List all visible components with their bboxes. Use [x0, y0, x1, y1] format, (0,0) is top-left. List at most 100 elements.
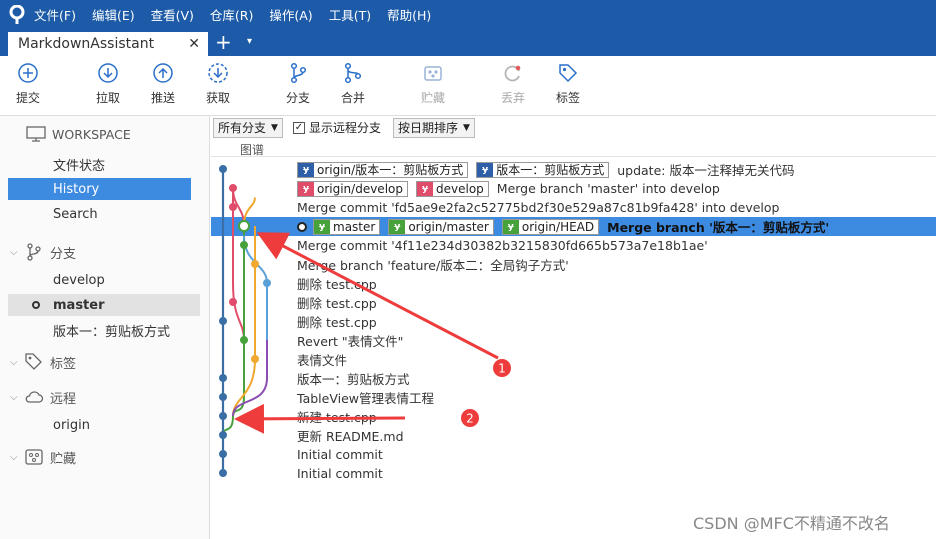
sidebar-item-search[interactable]: Search: [8, 203, 191, 225]
branch-badge[interactable]: ɏ master: [313, 218, 381, 235]
branch-badge[interactable]: ɏ 版本一：剪贴板方式: [476, 161, 610, 178]
commit-node[interactable]: [219, 393, 227, 401]
commit-node[interactable]: [219, 450, 227, 458]
commit-row[interactable]: ɏ master ɏ origin/master ɏ origin/HEAD Merge b…: [211, 217, 936, 236]
sidebar-item-file-status[interactable]: 文件状态: [8, 153, 191, 175]
sidebar-item-history[interactable]: History: [8, 178, 191, 200]
branch-filter-label: 所有分支: [218, 121, 267, 135]
commit-row-content: Merge commit 'fd5ae9e2fa2c52775bd2f30e52…: [297, 198, 779, 217]
branch-badge[interactable]: ɏ origin/HEAD: [501, 218, 600, 235]
commit-node[interactable]: [240, 241, 248, 249]
commit-node[interactable]: [219, 431, 227, 439]
pull-button[interactable]: 拉取: [86, 62, 130, 106]
commit-row[interactable]: 表情文件: [211, 350, 936, 369]
watermark: CSDN @MFC不精通不改名: [693, 514, 890, 533]
commit-row[interactable]: 更新 README.md: [211, 426, 936, 445]
commit-row[interactable]: ɏ origin/版本一：剪贴板方式 ɏ 版本一：剪贴板方式 update: 版本一注释…: [211, 160, 936, 179]
sidebar-item-label: master: [53, 297, 105, 313]
commit-node[interactable]: [251, 260, 259, 268]
branch-icon: ɏ: [298, 162, 314, 177]
sourcetree-logo-icon[interactable]: [0, 0, 34, 29]
tab-repository[interactable]: MarkdownAssistant ✕: [8, 32, 208, 56]
commit-node[interactable]: [219, 317, 227, 325]
commit-message: 版本一：剪贴板方式: [297, 372, 410, 387]
sidebar-item-develop[interactable]: develop: [8, 269, 191, 291]
commit-message: Merge branch '版本一：剪贴板方式': [607, 220, 830, 235]
commit-message: 新建 test.cpp: [297, 410, 377, 425]
branch-badge[interactable]: ɏ develop: [416, 180, 489, 197]
remotes-section[interactable]: ⌵ 远程: [10, 387, 76, 407]
show-remote-label: 显示远程分支: [308, 121, 381, 135]
commit-node[interactable]: [229, 203, 237, 211]
tags-section[interactable]: ⌵ 标签: [10, 352, 76, 372]
menu-item[interactable]: 文件(F): [34, 5, 76, 24]
commit-message: TableView管理表情工程: [297, 391, 434, 406]
commit-row[interactable]: 版本一：剪贴板方式: [211, 369, 936, 388]
branch-icon: ɏ: [417, 181, 433, 196]
show-remote-checkbox[interactable]: ✓ 显示远程分支: [292, 119, 381, 136]
discard-button[interactable]: 丢弃: [491, 62, 535, 106]
merge-button[interactable]: 合并: [331, 62, 375, 106]
commit-row[interactable]: ɏ origin/develop ɏ develop Merge branch 'mas…: [211, 179, 936, 198]
branch-icon: ɏ: [389, 219, 406, 234]
commit-row[interactable]: Revert "表情文件": [211, 331, 936, 350]
close-icon[interactable]: ✕: [188, 36, 200, 52]
chevron-down-icon[interactable]: ▾: [247, 36, 252, 47]
commit-node[interactable]: [219, 165, 227, 173]
commit-row-content: 删除 test.cpp: [297, 274, 377, 293]
menu-item[interactable]: 仓库(R): [210, 5, 253, 24]
branch-filter-dropdown[interactable]: 所有分支 ▼: [213, 117, 283, 138]
commit-node[interactable]: [229, 298, 237, 306]
branch-badge[interactable]: ɏ origin/develop: [297, 180, 408, 197]
menu-item[interactable]: 编辑(E): [92, 5, 135, 24]
commit-row-content: 表情文件: [297, 350, 347, 369]
commit-row-content: ɏ origin/版本一：剪贴板方式 ɏ 版本一：剪贴板方式 update: 版本一注释…: [297, 160, 794, 179]
menu-item[interactable]: 操作(A): [269, 5, 312, 24]
commit-row[interactable]: TableView管理表情工程: [211, 388, 936, 407]
commit-row[interactable]: 删除 test.cpp: [211, 274, 936, 293]
push-button[interactable]: 推送: [141, 62, 185, 106]
menu-item[interactable]: 查看(V): [151, 5, 194, 24]
add-tab-icon[interactable]: +: [215, 30, 232, 54]
commit-row[interactable]: Merge commit 'fd5ae9e2fa2c52775bd2f30e52…: [211, 198, 936, 217]
fetch-button[interactable]: 获取: [196, 62, 240, 106]
tag-icon: [25, 353, 42, 370]
commit-row-content: Initial commit: [297, 445, 383, 464]
commit-node[interactable]: [251, 355, 259, 363]
chevron-down-icon: ⌵: [10, 356, 18, 368]
commit-row[interactable]: Initial commit: [211, 445, 936, 464]
commit-row[interactable]: Merge commit '4f11e234d30382b3215830fd66…: [211, 236, 936, 255]
sidebar-item-master[interactable]: master: [8, 294, 200, 316]
branches-section[interactable]: ⌵ 分支: [10, 242, 76, 262]
branch-badge[interactable]: ɏ origin/master: [388, 218, 494, 235]
checkbox-checked-icon: ✓: [292, 121, 305, 134]
commit-row[interactable]: 新建 test.cpp: [211, 407, 936, 426]
sort-dropdown[interactable]: 按日期排序 ▼: [392, 117, 475, 138]
stashes-section[interactable]: ⌵ 贮藏: [10, 447, 76, 467]
commit-node[interactable]: [219, 374, 227, 382]
branch-button[interactable]: 分支: [276, 62, 320, 106]
commit-node[interactable]: [219, 412, 227, 420]
tag-button[interactable]: 标签: [546, 62, 590, 106]
chevron-down-icon: ⌵: [10, 391, 18, 403]
commit-row[interactable]: Merge branch 'feature/版本二：全局钩子方式': [211, 255, 936, 274]
cloud-icon: [25, 391, 44, 403]
commit-button[interactable]: 提交: [6, 62, 50, 106]
branch-badge-label: origin/develop: [317, 181, 403, 196]
branch-badge[interactable]: ɏ origin/版本一：剪贴板方式: [297, 161, 469, 178]
stash-button[interactable]: 贮藏: [411, 62, 455, 106]
commit-message: 删除 test.cpp: [297, 315, 377, 330]
commit-node[interactable]: [240, 336, 248, 344]
commit-node[interactable]: [229, 184, 237, 192]
tab-bar: MarkdownAssistant ✕ + ▾: [0, 29, 936, 56]
menu-item[interactable]: 帮助(H): [387, 5, 431, 24]
commit-node[interactable]: [263, 279, 271, 287]
sidebar-item-origin[interactable]: origin: [8, 414, 191, 436]
menu-item[interactable]: 工具(T): [329, 5, 371, 24]
commit-node[interactable]: [238, 220, 250, 232]
commit-row[interactable]: 删除 test.cpp: [211, 293, 936, 312]
commit-row[interactable]: Initial commit: [211, 464, 936, 483]
commit-node[interactable]: [219, 469, 227, 477]
commit-row[interactable]: 删除 test.cpp: [211, 312, 936, 331]
sidebar-item-version-one[interactable]: 版本一：剪贴板方式: [8, 319, 191, 341]
